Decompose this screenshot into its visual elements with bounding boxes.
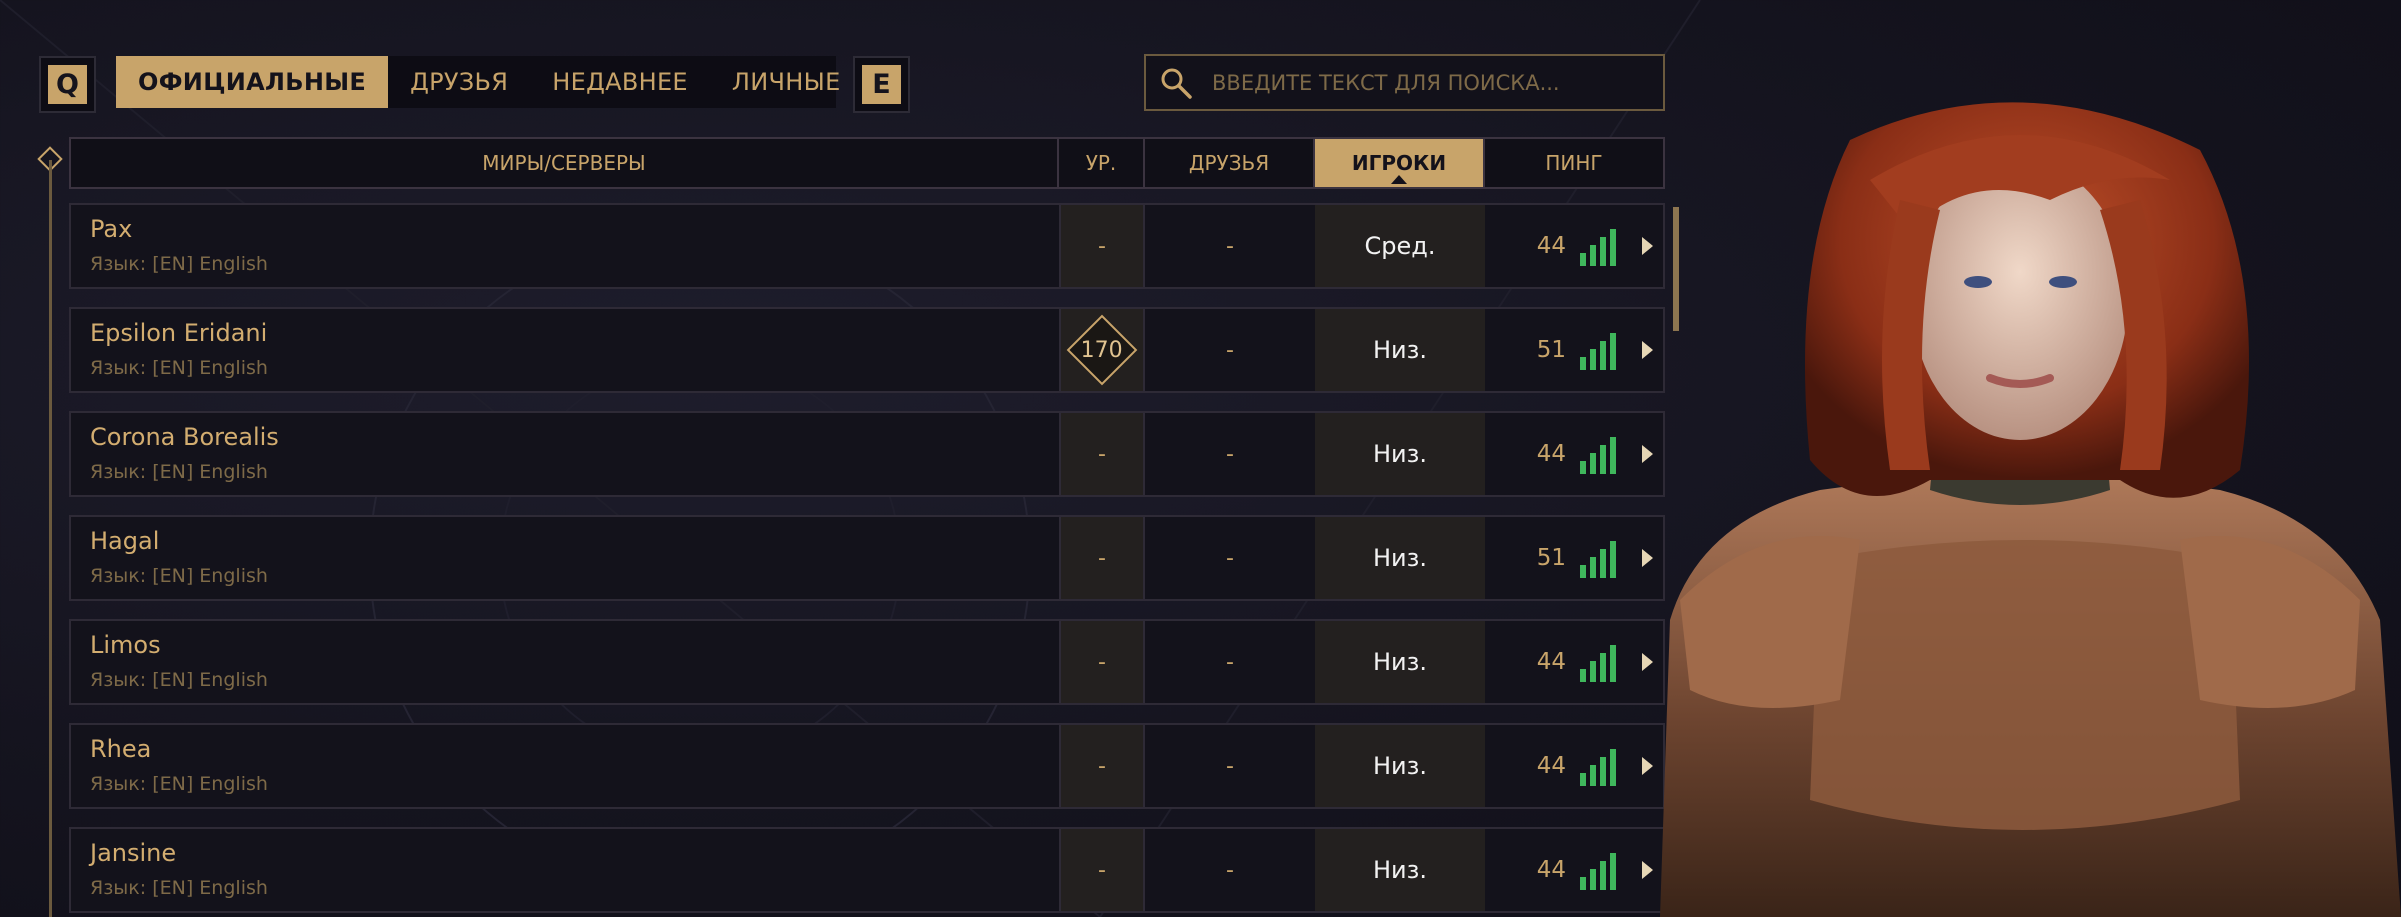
server-ping: 44 (1536, 649, 1566, 675)
server-players: Низ. (1315, 829, 1485, 911)
signal-icon (1580, 434, 1616, 474)
signal-icon (1580, 330, 1616, 370)
server-friends: - (1226, 233, 1234, 259)
server-language: Язык: [EN] English (90, 773, 268, 795)
server-level: - (1059, 829, 1145, 911)
search-box[interactable] (1144, 54, 1665, 111)
server-name: Jansine (90, 839, 177, 867)
left-rail (49, 160, 52, 917)
tab-prev-key[interactable]: Q (39, 56, 96, 113)
signal-icon (1580, 642, 1616, 682)
server-language: Язык: [EN] English (90, 253, 268, 275)
column-ping[interactable]: ПИНГ (1485, 139, 1663, 187)
search-icon (1146, 56, 1206, 109)
server-level: - (1059, 517, 1145, 599)
key-q-label: Q (48, 65, 87, 104)
server-level: - (1059, 413, 1145, 495)
server-friends: - (1226, 857, 1234, 883)
server-ping: 44 (1536, 441, 1566, 467)
table-header: МИРЫ/СЕРВЕРЫ УР. ДРУЗЬЯ ИГРОКИ ПИНГ (69, 137, 1665, 189)
server-language: Язык: [EN] English (90, 565, 268, 587)
server-name: Epsilon Eridani (90, 319, 268, 347)
server-friends: - (1226, 545, 1234, 571)
search-input[interactable] (1206, 70, 1663, 95)
tab-friends[interactable]: ДРУЗЬЯ (388, 56, 530, 108)
tab-recent[interactable]: НЕДАВНЕЕ (530, 56, 710, 108)
server-friends: - (1226, 753, 1234, 779)
signal-icon (1580, 538, 1616, 578)
server-ping: 51 (1536, 545, 1566, 571)
server-level: - (1059, 205, 1145, 287)
server-name: Corona Borealis (90, 423, 279, 451)
server-players: Низ. (1315, 517, 1485, 599)
tab-next-key[interactable]: E (853, 56, 910, 113)
signal-icon (1580, 850, 1616, 890)
server-friends: - (1226, 337, 1234, 363)
column-players[interactable]: ИГРОКИ (1315, 139, 1485, 187)
server-ping: 44 (1536, 233, 1566, 259)
server-name: Limos (90, 631, 161, 659)
server-friends: - (1226, 441, 1234, 467)
key-e-label: E (862, 65, 901, 104)
server-ping: 44 (1536, 857, 1566, 883)
signal-icon (1580, 746, 1616, 786)
server-friends: - (1226, 649, 1234, 675)
server-language: Язык: [EN] English (90, 461, 268, 483)
server-ping: 44 (1536, 753, 1566, 779)
server-row[interactable]: Jansine Язык: [EN] English - - Низ. 44 (69, 827, 1665, 913)
column-level[interactable]: УР. (1059, 139, 1145, 187)
character-portrait (1660, 102, 2401, 917)
server-level-cell: 170 (1059, 309, 1145, 391)
tab-official[interactable]: ОФИЦИАЛЬНЫЕ (116, 56, 389, 108)
column-friends[interactable]: ДРУЗЬЯ (1145, 139, 1315, 187)
level-badge-icon: 170 (1066, 314, 1138, 386)
server-players: Низ. (1315, 413, 1485, 495)
server-players: Низ. (1315, 725, 1485, 807)
server-language: Язык: [EN] English (90, 877, 268, 899)
server-row[interactable]: Rhea Язык: [EN] English - - Низ. 44 (69, 723, 1665, 809)
server-name: Pax (90, 215, 133, 243)
server-name: Hagal (90, 527, 160, 555)
server-level: - (1059, 725, 1145, 807)
server-row[interactable]: Corona Borealis Язык: [EN] English - - Н… (69, 411, 1665, 497)
signal-icon (1580, 226, 1616, 266)
server-row[interactable]: Pax Язык: [EN] English - - Сред. 44 (69, 203, 1665, 289)
server-row[interactable]: Hagal Язык: [EN] English - - Низ. 51 (69, 515, 1665, 601)
tab-private[interactable]: ЛИЧНЫЕ (710, 56, 863, 108)
server-players: Низ. (1315, 621, 1485, 703)
server-language: Язык: [EN] English (90, 669, 268, 691)
server-players: Низ. (1315, 309, 1485, 391)
server-list: Pax Язык: [EN] English - - Сред. 44 Epsi… (69, 203, 1665, 917)
server-name: Rhea (90, 735, 152, 763)
server-row[interactable]: Epsilon Eridani Язык: [EN] English 170 -… (69, 307, 1665, 393)
server-level: - (1059, 621, 1145, 703)
server-language: Язык: [EN] English (90, 357, 268, 379)
tab-bar: ОФИЦИАЛЬНЫЕ ДРУЗЬЯ НЕДАВНЕЕ ЛИЧНЫЕ (116, 56, 840, 108)
server-players: Сред. (1315, 205, 1485, 287)
column-worlds[interactable]: МИРЫ/СЕРВЕРЫ (71, 139, 1059, 187)
server-row[interactable]: Limos Язык: [EN] English - - Низ. 44 (69, 619, 1665, 705)
server-ping: 51 (1536, 337, 1566, 363)
server-level: 170 (1081, 337, 1123, 363)
